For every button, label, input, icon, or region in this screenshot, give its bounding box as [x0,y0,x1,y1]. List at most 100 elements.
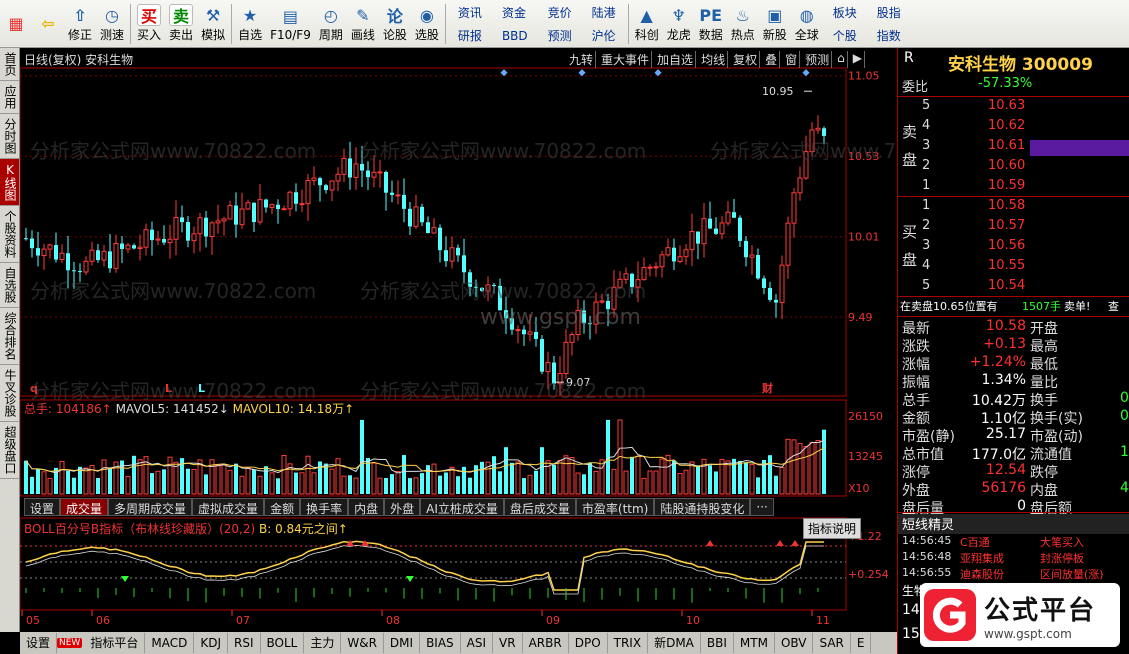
indicator-tab[interactable]: 主力 [304,633,342,653]
notice-query-button[interactable]: 查 [1108,298,1119,314]
dxjl-stock[interactable]: C百通 [960,534,990,550]
indicator-tab[interactable]: VR [493,633,523,653]
indicator-tab[interactable]: BBI [701,633,734,653]
indicator-tab[interactable]: KDJ [194,633,228,653]
level-price[interactable]: 10.62 [988,118,1025,133]
volume-tab[interactable]: 内盘 [348,498,385,516]
leftnav-item[interactable]: K线图 [0,159,19,206]
toolbar-pen-button[interactable]: ✎ 画线 [347,1,379,47]
toolbar-data-button[interactable]: PE 数据 [695,1,727,47]
volume-tab[interactable]: 陆股通持股变化 [654,498,751,516]
leftnav-item[interactable]: 超级盘口 [0,422,19,479]
toolbar-windows-button[interactable]: ▦ [0,1,32,47]
volume-tab[interactable]: ··· [750,498,774,516]
indicator-tab[interactable]: BOLL [261,633,305,653]
toolbar-clock-button[interactable]: ◷ 测速 [96,1,128,47]
toolbar-kechuang-button[interactable]: ▲ 科创 [631,1,663,47]
toolbar-grid-button[interactable]: BBD [496,28,534,44]
toolbar-grid-button[interactable]: 资讯 [452,3,488,22]
indicator-tab[interactable]: SAR [813,633,851,653]
indicator-tab[interactable]: MTM [734,633,775,653]
toolbar-up-arrow-button[interactable]: ⇧ 修正 [64,1,96,47]
toolbar-period-button[interactable]: ◴ 周期 [315,1,347,47]
level-price[interactable]: 10.59 [988,178,1025,193]
toolbar-grid-button[interactable]: 预测 [542,26,578,45]
leftnav-item[interactable]: 首页 [0,48,19,81]
toolbar-grid-button[interactable]: 股指 [871,3,907,22]
volume-tab[interactable]: 市盈率(ttm) [575,498,655,516]
indicator-tab[interactable]: 设置 [20,633,58,653]
toolbar-hot-button[interactable]: ♨ 热点 [727,1,759,47]
indicator-tab[interactable]: MACD [145,633,195,653]
level-price[interactable]: 10.54 [988,278,1025,293]
leftnav-item[interactable]: 个股资料 [0,206,19,263]
dxjl-title[interactable]: 短线精灵 [902,514,954,533]
volume-tab[interactable]: 金额 [264,498,301,516]
leftnav-item[interactable]: 分时图 [0,114,19,159]
level-price[interactable]: 10.61 [988,138,1025,153]
indicator-tab[interactable]: 指标平台 [84,633,146,653]
level-price[interactable]: 10.57 [988,218,1025,233]
kline-tool-button[interactable]: 复权 [731,51,761,68]
kline-tool-button[interactable]: 九转 [567,51,597,68]
toolbar-ipo-button[interactable]: ▣ 新股 [759,1,791,47]
toolbar-lungu-button[interactable]: 论论股 [379,1,411,47]
toolbar-select-stock-button[interactable]: ◉ 选股 [411,1,443,47]
leftnav-item[interactable]: 自选股 [0,263,19,308]
toolbar-dragon-tiger-button[interactable]: ♆ 龙虎 [663,1,695,47]
toolbar-grid-button[interactable]: 个股 [827,26,863,45]
volume-tab[interactable]: 外盘 [384,498,421,516]
volume-tab[interactable]: 设置 [24,498,61,516]
toolbar-back-arrow-button[interactable]: ⇦ [32,1,64,47]
volume-tab[interactable]: 换手率 [300,498,349,516]
indicator-help-button[interactable]: 指标说明 [802,518,861,539]
volume-tab[interactable]: 多周期成交量 [108,498,193,516]
kline-tool-button[interactable]: 叠 [763,51,781,68]
level-price[interactable]: 10.58 [988,198,1025,213]
level-price[interactable]: 10.60 [988,158,1025,173]
toolbar-grid-button[interactable]: 竞价 [542,3,578,22]
toolbar-buy-button[interactable]: 买买入 [133,1,165,47]
toolbar-star-button[interactable]: ★ 自选 [234,1,266,47]
leftnav-item[interactable]: 牛叉诊股 [0,365,19,422]
kline-tool-button[interactable]: 重大事件 [599,51,653,68]
indicator-tab[interactable]: BIAS [420,633,461,653]
indicator-tab[interactable]: E [851,633,872,653]
toolbar-sell-button[interactable]: 卖卖出 [165,1,197,47]
indicator-tab[interactable]: DPO [569,633,608,653]
kline-tool-button[interactable]: 窗 [783,51,801,68]
indicator-tab[interactable]: RSI [228,633,261,653]
leftnav-item[interactable]: 综合排名 [0,308,19,365]
toolbar-globe-button[interactable]: ◍ 全球 [791,1,823,47]
kline-tool-button[interactable]: 预测 [803,51,833,68]
kline-tool-button[interactable]: 加自选 [655,51,697,68]
level-price[interactable]: 10.56 [988,238,1025,253]
volume-tab[interactable]: AI立桩成交量 [420,498,504,516]
toolbar-f10-button[interactable]: ▤ F10/F9 [266,1,315,47]
indicator-tab[interactable]: DMI [384,633,421,653]
indicator-tab[interactable]: W&R [341,633,384,653]
indicator-tab[interactable]: TRIX [608,633,649,653]
indicator-tab[interactable]: ASI [461,633,494,653]
kline-tool-button[interactable]: ▶ [851,51,865,68]
toolbar-grid-button[interactable]: 沪伦 [586,26,622,45]
volume-tab[interactable]: 盘后成交量 [503,498,576,516]
toolbar-grid-button[interactable]: 陆港 [586,3,622,22]
toolbar-grid-button[interactable]: 资金 [496,3,534,22]
indicator-tab[interactable]: OBV [775,633,814,653]
toolbar-gavel-button[interactable]: ⚒ 模拟 [197,1,229,47]
dxjl-stock[interactable]: 亚翔集成 [960,550,1004,566]
kline-tool-button[interactable]: ⌂ [835,51,848,68]
level-price[interactable]: 10.55 [988,258,1025,273]
volume-tab[interactable]: 成交量 [60,498,109,516]
toolbar-grid-button[interactable]: 指数 [871,26,907,45]
indicator-tab[interactable]: 新DMA [648,633,701,653]
leftnav-item[interactable]: 应用 [0,81,19,114]
toolbar-grid-button[interactable]: 板块 [827,3,863,22]
kline-chart-area[interactable]: 11.05 10.53 10.01 9.49 10.95 9.07 q L L 财 26150 132… [20,48,897,632]
level-price[interactable]: 10.63 [988,98,1025,113]
volume-tab[interactable]: 虚拟成交量 [192,498,265,516]
dxjl-stock[interactable]: 迪森股份 [960,566,1004,582]
indicator-tab[interactable]: ARBR [523,633,569,653]
toolbar-grid-button[interactable]: 研报 [452,26,488,45]
